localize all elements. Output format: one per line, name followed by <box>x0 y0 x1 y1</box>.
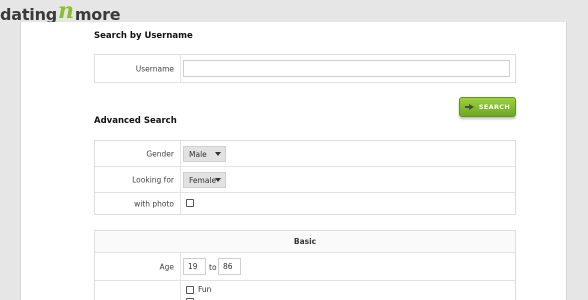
gender-row: Gender Male <box>95 141 515 167</box>
age-row: Age 19 to 86 <box>95 253 515 281</box>
looking-for-select[interactable]: Female <box>183 172 226 188</box>
divider <box>180 253 181 280</box>
search-button[interactable]: SEARCH <box>459 97 516 117</box>
divider <box>180 141 181 166</box>
logo-text-n: n <box>58 0 74 24</box>
advanced-search-box: Gender Male Looking for Female with phot… <box>94 140 516 215</box>
chevron-down-icon <box>215 152 221 156</box>
age-to-input[interactable]: 86 <box>218 258 241 275</box>
username-label: Username <box>135 64 174 73</box>
gender-selected: Male <box>189 149 207 159</box>
username-input[interactable] <box>183 60 510 77</box>
fun-label: Fun <box>198 285 212 294</box>
fun-checkbox[interactable] <box>186 286 194 294</box>
site-logo[interactable]: dating n more <box>0 0 121 24</box>
username-row: Username <box>95 55 515 82</box>
divider <box>180 167 181 192</box>
search-button-label: SEARCH <box>478 103 511 111</box>
username-box: Username <box>94 54 516 83</box>
gender-label: Gender <box>146 149 174 158</box>
age-label: Age <box>159 262 174 271</box>
basic-header-row: Basic <box>95 231 515 253</box>
age-from-input[interactable]: 19 <box>183 258 206 275</box>
looking-for-row: Looking for Female <box>95 167 515 193</box>
with-photo-row: with photo <box>95 193 515 214</box>
arrow-right-icon <box>464 104 474 110</box>
looking-for-selected: Female <box>189 175 217 185</box>
options-row: Fun <box>95 281 515 300</box>
gender-select[interactable]: Male <box>183 146 226 162</box>
advanced-search-title: Advanced Search <box>94 116 177 126</box>
divider <box>180 55 181 82</box>
divider <box>180 193 181 214</box>
with-photo-checkbox[interactable] <box>186 199 194 207</box>
username-section-title: Search by Username <box>94 31 193 41</box>
search-panel: Search by Username Username SEARCH Advan… <box>20 22 567 300</box>
basic-box: Basic Age 19 to 86 Fun <box>94 230 516 300</box>
with-photo-label: with photo <box>134 199 174 208</box>
basic-title: Basic <box>293 237 317 246</box>
age-to-label: to <box>209 263 217 272</box>
divider <box>180 281 181 300</box>
chevron-down-icon <box>215 178 221 182</box>
looking-for-label: Looking for <box>132 175 174 184</box>
